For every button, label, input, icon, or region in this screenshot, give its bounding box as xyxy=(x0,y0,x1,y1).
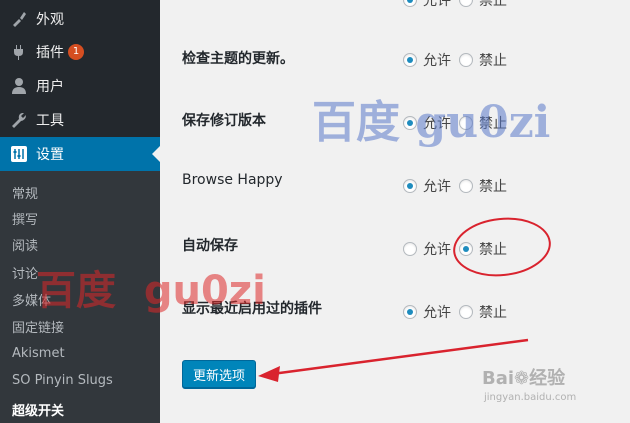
menu-label: 外观 xyxy=(36,12,64,28)
radio-button[interactable] xyxy=(403,0,417,7)
setting-label-revisions: 保存修订版本 xyxy=(182,113,266,129)
radio-button[interactable] xyxy=(403,116,417,130)
user-icon xyxy=(9,77,29,95)
autosave-allow[interactable]: 允许 xyxy=(403,239,451,259)
watermark-baidu-jingyan: Bai❁经验 xyxy=(482,368,566,389)
partial-deny-option[interactable]: 禁止 xyxy=(459,0,507,10)
setting-label-theme-updates: 检查主题的更新。 xyxy=(182,51,294,67)
menu-item-plugins[interactable]: 插件 1 xyxy=(0,35,160,69)
menu-label: 设置 xyxy=(36,147,64,163)
plugin-icon xyxy=(9,43,29,61)
paw-icon: ❁ xyxy=(514,368,530,389)
revisions-deny[interactable]: 禁止 xyxy=(459,113,507,133)
autosave-deny[interactable]: 禁止 xyxy=(459,239,507,259)
radio-button[interactable] xyxy=(403,179,417,193)
menu-item-users[interactable]: 用户 xyxy=(0,69,160,103)
recent-plugins-allow[interactable]: 允许 xyxy=(403,302,451,322)
submenu-writing[interactable]: 撰写 xyxy=(12,209,38,228)
setting-label-autosave: 自动保存 xyxy=(182,238,238,254)
radio-button[interactable] xyxy=(459,0,473,7)
paintbrush-icon xyxy=(9,10,29,28)
submenu-akismet[interactable]: Akismet xyxy=(12,346,65,361)
radio-button[interactable] xyxy=(459,53,473,67)
theme-updates-allow[interactable]: 允许 xyxy=(403,50,451,70)
menu-label: 工具 xyxy=(36,113,64,129)
menu-label: 用户 xyxy=(36,79,64,95)
radio-button[interactable] xyxy=(459,179,473,193)
menu-item-appearance[interactable]: 外观 xyxy=(0,2,160,36)
annotation-arrow-line xyxy=(271,338,529,376)
revisions-allow[interactable]: 允许 xyxy=(403,113,451,133)
radio-button[interactable] xyxy=(459,242,473,256)
radio-button[interactable] xyxy=(459,305,473,319)
setting-label-recent-plugins: 显示最近启用过的插件 xyxy=(182,301,322,317)
submenu-reading[interactable]: 阅读 xyxy=(12,235,38,254)
update-count-badge: 1 xyxy=(68,44,84,60)
theme-updates-deny[interactable]: 禁止 xyxy=(459,50,507,70)
menu-item-settings[interactable]: 设置 xyxy=(0,137,160,171)
update-options-button[interactable]: 更新选项 xyxy=(182,360,256,388)
annotation-arrow-head xyxy=(258,366,280,382)
submenu-media[interactable]: 多媒体 xyxy=(12,290,51,309)
submenu-so-pinyin-slugs[interactable]: SO Pinyin Slugs xyxy=(12,373,113,388)
radio-button[interactable] xyxy=(459,116,473,130)
browse-happy-allow[interactable]: 允许 xyxy=(403,176,451,196)
radio-button[interactable] xyxy=(403,242,417,256)
settings-submenu: 常规 撰写 阅读 讨论 多媒体 固定链接 Akismet SO Pinyin S… xyxy=(0,171,160,423)
setting-label-browse-happy: Browse Happy xyxy=(182,172,283,188)
recent-plugins-deny[interactable]: 禁止 xyxy=(459,302,507,322)
browse-happy-deny[interactable]: 禁止 xyxy=(459,176,507,196)
watermark-url: jingyan.baidu.com xyxy=(484,392,577,403)
submenu-general[interactable]: 常规 xyxy=(12,183,38,202)
radio-button[interactable] xyxy=(403,53,417,67)
submenu-super-switch[interactable]: 超级开关 xyxy=(12,400,64,419)
partial-allow-option[interactable]: 允许 xyxy=(403,0,451,10)
menu-item-tools[interactable]: 工具 xyxy=(0,103,160,137)
radio-button[interactable] xyxy=(403,305,417,319)
submenu-discussion[interactable]: 讨论 xyxy=(12,263,38,282)
submenu-permalinks[interactable]: 固定链接 xyxy=(12,317,64,336)
admin-sidebar: 外观 插件 1 用户 工具 设置 常规 撰写 阅读 讨论 多媒体 固定链接 Ak… xyxy=(0,0,160,423)
menu-label: 插件 xyxy=(36,45,64,61)
settings-icon xyxy=(9,145,29,163)
wrench-icon xyxy=(9,111,29,129)
